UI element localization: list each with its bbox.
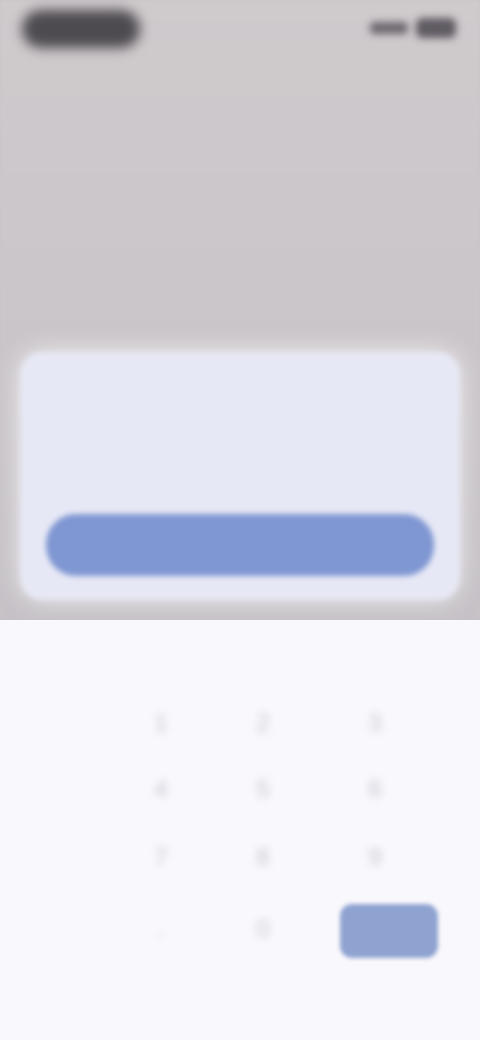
key-0[interactable]: 0 xyxy=(218,902,308,958)
key-9[interactable]: 9 xyxy=(330,830,420,886)
left-column-item[interactable] xyxy=(30,910,90,931)
key-2[interactable]: 2 xyxy=(218,696,308,752)
key-dot[interactable]: . xyxy=(116,902,206,958)
dynamic-island xyxy=(22,10,140,48)
left-column-item[interactable] xyxy=(30,810,90,831)
modal-primary-button[interactable] xyxy=(46,514,434,576)
modal-dialog xyxy=(20,352,460,600)
key-4[interactable]: 4 xyxy=(116,762,206,818)
key-5[interactable]: 5 xyxy=(218,762,308,818)
key-1[interactable]: 1 xyxy=(116,696,206,752)
key-8[interactable]: 8 xyxy=(218,830,308,886)
signal-bars-icon xyxy=(370,22,408,34)
key-3[interactable]: 3 xyxy=(330,696,420,752)
key-7[interactable]: 7 xyxy=(116,830,206,886)
key-6[interactable]: 6 xyxy=(330,762,420,818)
battery-icon xyxy=(416,18,456,38)
confirm-key-button[interactable] xyxy=(340,904,438,958)
status-icons xyxy=(370,18,456,38)
left-column-item[interactable] xyxy=(30,740,90,761)
left-column-item[interactable] xyxy=(30,860,90,881)
status-bar xyxy=(0,0,480,60)
